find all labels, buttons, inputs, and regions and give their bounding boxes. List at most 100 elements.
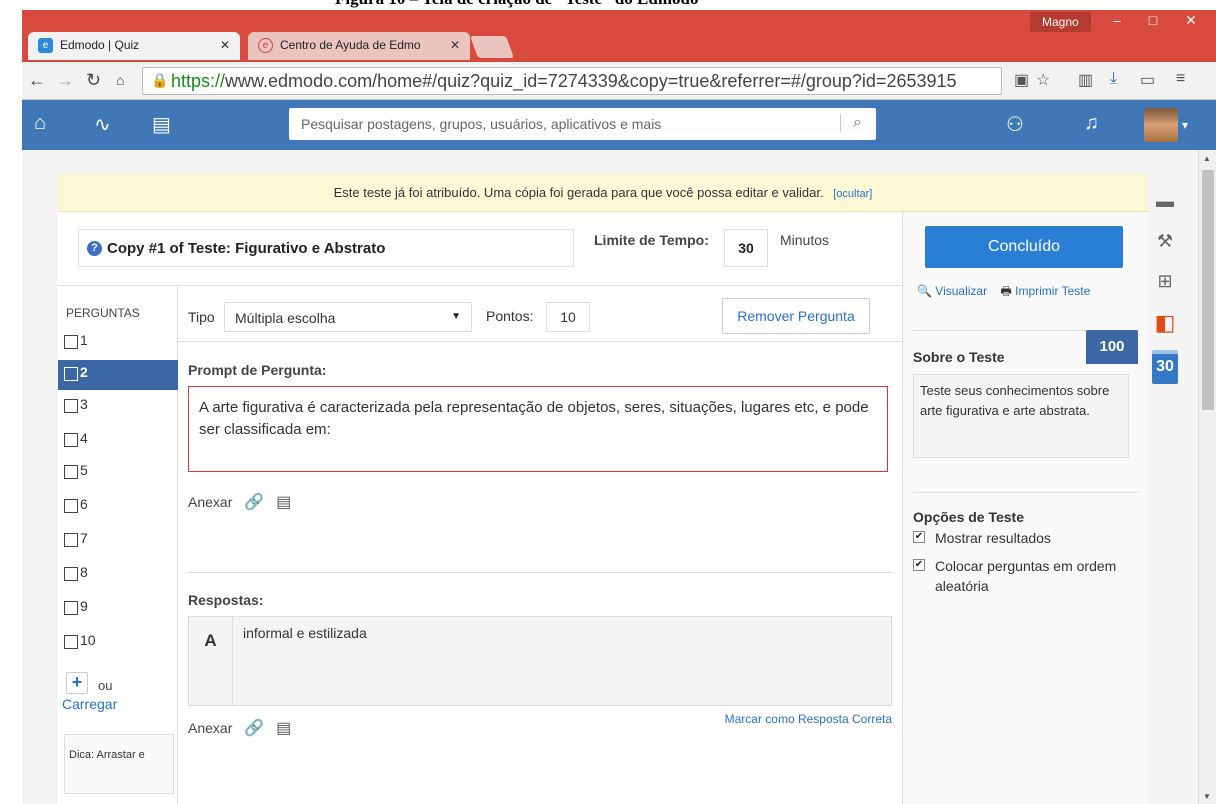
avatar[interactable]: [1144, 108, 1178, 142]
new-tab-button[interactable]: [469, 36, 515, 58]
scroll-up-icon[interactable]: ▲: [1203, 154, 1211, 163]
notice-text: Este teste já foi atribuído. Uma cópia f…: [333, 185, 824, 200]
profile-button[interactable]: Magno: [1030, 12, 1091, 32]
wrench-icon[interactable]: ⚒: [1152, 228, 1178, 254]
question-type-select[interactable]: Múltipla escolha ▼: [224, 302, 472, 332]
about-description[interactable]: Teste seus conhecimentos sobre arte figu…: [913, 374, 1129, 458]
question-checkbox[interactable]: [64, 533, 78, 547]
close-window-icon[interactable]: ✕: [1176, 12, 1206, 29]
hide-notice-link[interactable]: [ocultar]: [833, 188, 872, 200]
question-checkbox[interactable]: [64, 399, 78, 413]
address-bar: ← → ↻ ⌂ 🔒 https://www.edmodo.com/home#/q…: [22, 62, 1216, 100]
question-checkbox[interactable]: [64, 499, 78, 513]
office-icon[interactable]: ◧: [1152, 310, 1178, 336]
question-item[interactable]: 7: [58, 526, 178, 556]
notification-bell-icon[interactable]: ♫: [1084, 112, 1099, 135]
bookmark-star-icon[interactable]: ☆: [1036, 70, 1050, 90]
question-item[interactable]: 8: [58, 560, 178, 590]
question-checkbox[interactable]: [64, 601, 78, 615]
store-icon[interactable]: ▬: [1152, 188, 1178, 214]
upload-link[interactable]: Carregar: [62, 696, 117, 712]
url-field[interactable]: 🔒 https://www.edmodo.com/home#/quiz?quiz…: [142, 67, 1002, 95]
checkbox-checked-icon[interactable]: ✔: [913, 559, 925, 571]
question-checkbox[interactable]: [64, 635, 78, 649]
download-icon[interactable]: ⤓: [1110, 70, 1117, 88]
forward-arrow-icon[interactable]: →: [56, 70, 74, 91]
question-item[interactable]: 6: [58, 492, 178, 522]
prompt-textarea[interactable]: A arte figurativa é caracterizada pela r…: [188, 386, 888, 472]
question-number: 1: [80, 332, 88, 348]
lock-icon: 🔒: [151, 72, 169, 88]
done-button[interactable]: Concluído: [925, 226, 1123, 268]
question-checkbox[interactable]: [64, 465, 78, 479]
or-label: ou: [98, 678, 113, 693]
cast-icon[interactable]: ▭: [1140, 70, 1155, 90]
back-arrow-icon[interactable]: ←: [28, 70, 46, 91]
options-title: Opções de Teste: [913, 492, 1139, 525]
extension-icon[interactable]: ▣: [1014, 70, 1029, 90]
home-icon[interactable]: ⌂: [34, 112, 46, 135]
quiz-header: ? Copy #1 of Teste: Figurativo e Abstrat…: [58, 212, 902, 286]
scroll-down-icon[interactable]: ▼: [1203, 792, 1211, 801]
backpack-icon[interactable]: ⚇: [1006, 112, 1024, 137]
scroll-thumb[interactable]: [1202, 170, 1214, 410]
close-tab-icon[interactable]: ✕: [450, 38, 460, 52]
quiz-title-field[interactable]: ? Copy #1 of Teste: Figurativo e Abstrat…: [78, 229, 574, 267]
preview-link[interactable]: Visualizar: [935, 284, 987, 298]
question-item[interactable]: 4: [58, 426, 178, 456]
question-item-active[interactable]: 2: [58, 360, 178, 390]
question-checkbox[interactable]: [64, 367, 78, 381]
library-icon[interactable]: ▤: [276, 718, 291, 738]
link-icon[interactable]: 🔗: [244, 718, 264, 738]
chevron-down-icon[interactable]: ▾: [1182, 118, 1188, 132]
menu-icon[interactable]: ≡: [1176, 70, 1185, 88]
scrollbar[interactable]: ▲ ▼: [1198, 150, 1216, 804]
attach-label: Anexar: [188, 494, 233, 510]
apps-grid-icon[interactable]: ⊞: [1152, 268, 1178, 294]
time-limit-label: Limite de Tempo:: [594, 232, 709, 248]
reader-icon[interactable]: ▥: [1078, 70, 1093, 90]
add-question-button[interactable]: +: [66, 672, 88, 694]
remove-question-button[interactable]: Remover Pergunta: [722, 298, 870, 334]
type-value: Múltipla escolha: [235, 310, 336, 326]
points-input[interactable]: 10: [546, 302, 590, 332]
library-icon[interactable]: ▤: [276, 492, 291, 512]
maximize-icon[interactable]: □: [1138, 12, 1168, 28]
home-icon[interactable]: ⌂: [116, 72, 124, 88]
option-show-results[interactable]: ✔ Mostrar resultados: [913, 528, 1139, 548]
answer-option[interactable]: A informal e estilizada: [188, 616, 892, 706]
mark-correct-link[interactable]: Marcar como Resposta Correta: [725, 712, 892, 726]
option-randomize[interactable]: ✔ Colocar perguntas em ordem aleatória: [913, 556, 1139, 596]
tab-help-center[interactable]: e Centro de Ayuda de Edmo ✕: [248, 32, 470, 60]
question-item[interactable]: 3: [58, 392, 178, 422]
minimize-icon[interactable]: –: [1102, 12, 1132, 28]
print-link[interactable]: Imprimir Teste: [1015, 284, 1090, 298]
time-limit-input[interactable]: 30: [724, 229, 768, 267]
checkbox-checked-icon[interactable]: ✔: [913, 531, 925, 543]
library-icon[interactable]: ▤: [152, 112, 171, 137]
question-checkbox[interactable]: [64, 335, 78, 349]
calendar-icon[interactable]: 30: [1152, 350, 1178, 384]
page-content: Este teste já foi atribuído. Uma cópia f…: [22, 150, 1198, 804]
url-path: www.edmodo.com/home#/quiz?quiz_id=727433…: [225, 71, 957, 91]
question-item[interactable]: 1: [58, 328, 178, 358]
close-tab-icon[interactable]: ✕: [220, 38, 230, 52]
prompt-attach-row: Anexar 🔗 ▤: [188, 492, 291, 512]
link-icon[interactable]: 🔗: [244, 492, 264, 512]
option-label: Mostrar resultados: [935, 530, 1051, 546]
quiz-sidebar: Concluído 🔍 Visualizar 🖶 Imprimir Teste …: [902, 212, 1148, 804]
activity-icon[interactable]: ∿: [94, 112, 111, 137]
question-number: 9: [80, 598, 88, 614]
question-item[interactable]: 5: [58, 458, 178, 488]
search-input[interactable]: Pesquisar postagens, grupos, usuários, a…: [289, 108, 876, 140]
question-checkbox[interactable]: [64, 433, 78, 447]
question-checkbox[interactable]: [64, 567, 78, 581]
search-icon[interactable]: ⌕: [840, 114, 862, 132]
answers-label: Respostas:: [188, 592, 264, 608]
question-item[interactable]: 10: [58, 628, 178, 658]
answer-text[interactable]: informal e estilizada: [243, 625, 367, 641]
reload-icon[interactable]: ↻: [86, 70, 101, 91]
tab-edmodo-quiz[interactable]: e Edmodo | Quiz ✕: [28, 32, 240, 60]
question-item[interactable]: 9: [58, 594, 178, 624]
score-badge: 100: [1086, 330, 1138, 364]
